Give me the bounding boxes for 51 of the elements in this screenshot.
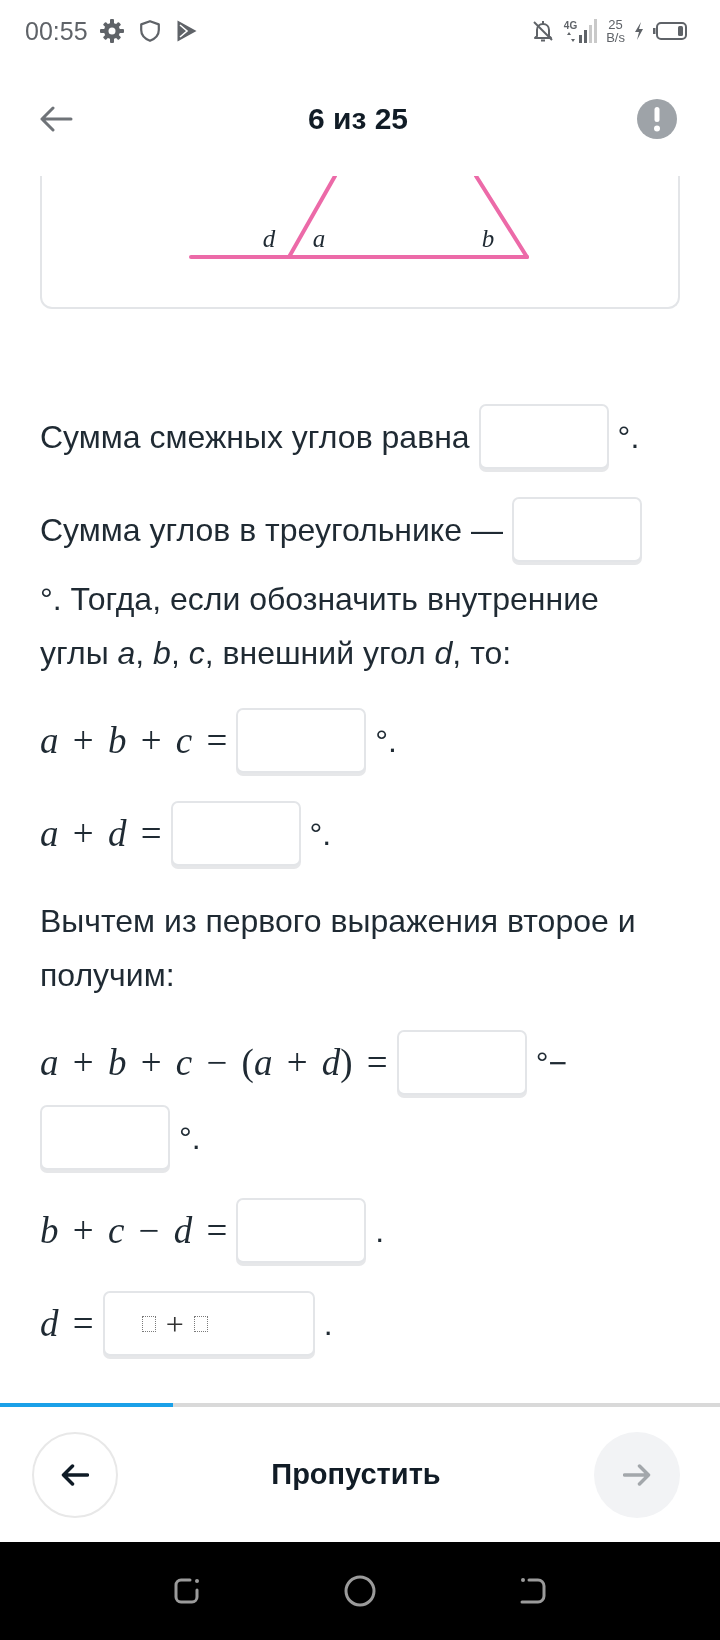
empty-slot-icon	[193, 1315, 208, 1332]
exercise-text: °.	[617, 417, 640, 457]
alert-icon[interactable]	[637, 99, 677, 139]
angle-label: a	[312, 225, 326, 252]
bolt-icon	[634, 22, 644, 40]
arrow-left-icon	[61, 1462, 89, 1487]
exercise-text: °.	[179, 1118, 201, 1158]
math-expression: d =	[40, 1301, 94, 1346]
placeholder-text: +	[165, 1304, 184, 1344]
data-arrows-icon	[565, 31, 576, 43]
back-arrow-icon[interactable]	[39, 106, 73, 132]
answer-box[interactable]	[396, 1030, 527, 1095]
math-expression: b + c − d =	[40, 1208, 228, 1253]
skip-button[interactable]: Пропустить	[271, 1458, 441, 1491]
answer-box[interactable]	[236, 1198, 367, 1263]
answer-box[interactable]	[40, 1105, 170, 1170]
exercise-text: Вычтем из первого выражения второе и получим:	[40, 902, 637, 995]
network-type: 4G	[563, 21, 578, 31]
exercise-text: Сумма углов в треугольнике —	[40, 510, 503, 550]
data-speed: 25	[608, 18, 623, 31]
math-expression: a + d =	[40, 811, 162, 856]
answer-box[interactable]	[236, 708, 367, 773]
back-icon[interactable]	[518, 1576, 548, 1606]
settings-icon	[99, 19, 124, 43]
shield-icon	[139, 20, 160, 42]
arrow-right-icon	[623, 1462, 651, 1487]
play-triangle-icon	[175, 19, 198, 43]
exercise-text: .	[375, 1211, 385, 1251]
question-counter: 6 из 25	[307, 102, 409, 136]
angle-label: d	[262, 225, 276, 252]
empty-slot-icon	[141, 1315, 156, 1332]
answer-box[interactable]	[170, 801, 301, 866]
data-speed-unit: B/s	[606, 31, 625, 44]
recents-icon[interactable]	[172, 1576, 202, 1606]
answer-box[interactable]: +	[102, 1291, 315, 1356]
angle-label: b	[481, 225, 495, 252]
math-expression: a + b + c =	[40, 718, 228, 763]
math-expression: a + b + c − (a + d) =	[40, 1040, 388, 1085]
home-icon[interactable]	[344, 1575, 376, 1607]
exercise-text: °. Тогда, если обозначить внутренние углы a, b, c, внешний угол d, то:	[40, 580, 600, 673]
status-time: 00:55	[25, 16, 88, 46]
exercise-text: °.	[375, 721, 397, 761]
exercise-text: °.	[309, 814, 332, 854]
signal-icon	[579, 19, 598, 43]
bell-off-icon	[530, 19, 555, 43]
exercise-text: .	[323, 1304, 333, 1344]
answer-box[interactable]	[478, 404, 609, 469]
battery-icon	[653, 22, 687, 40]
exercise-text: °−	[535, 1043, 568, 1083]
answer-box[interactable]	[511, 497, 642, 562]
exercise-text: Сумма смежных углов равна	[40, 417, 470, 457]
